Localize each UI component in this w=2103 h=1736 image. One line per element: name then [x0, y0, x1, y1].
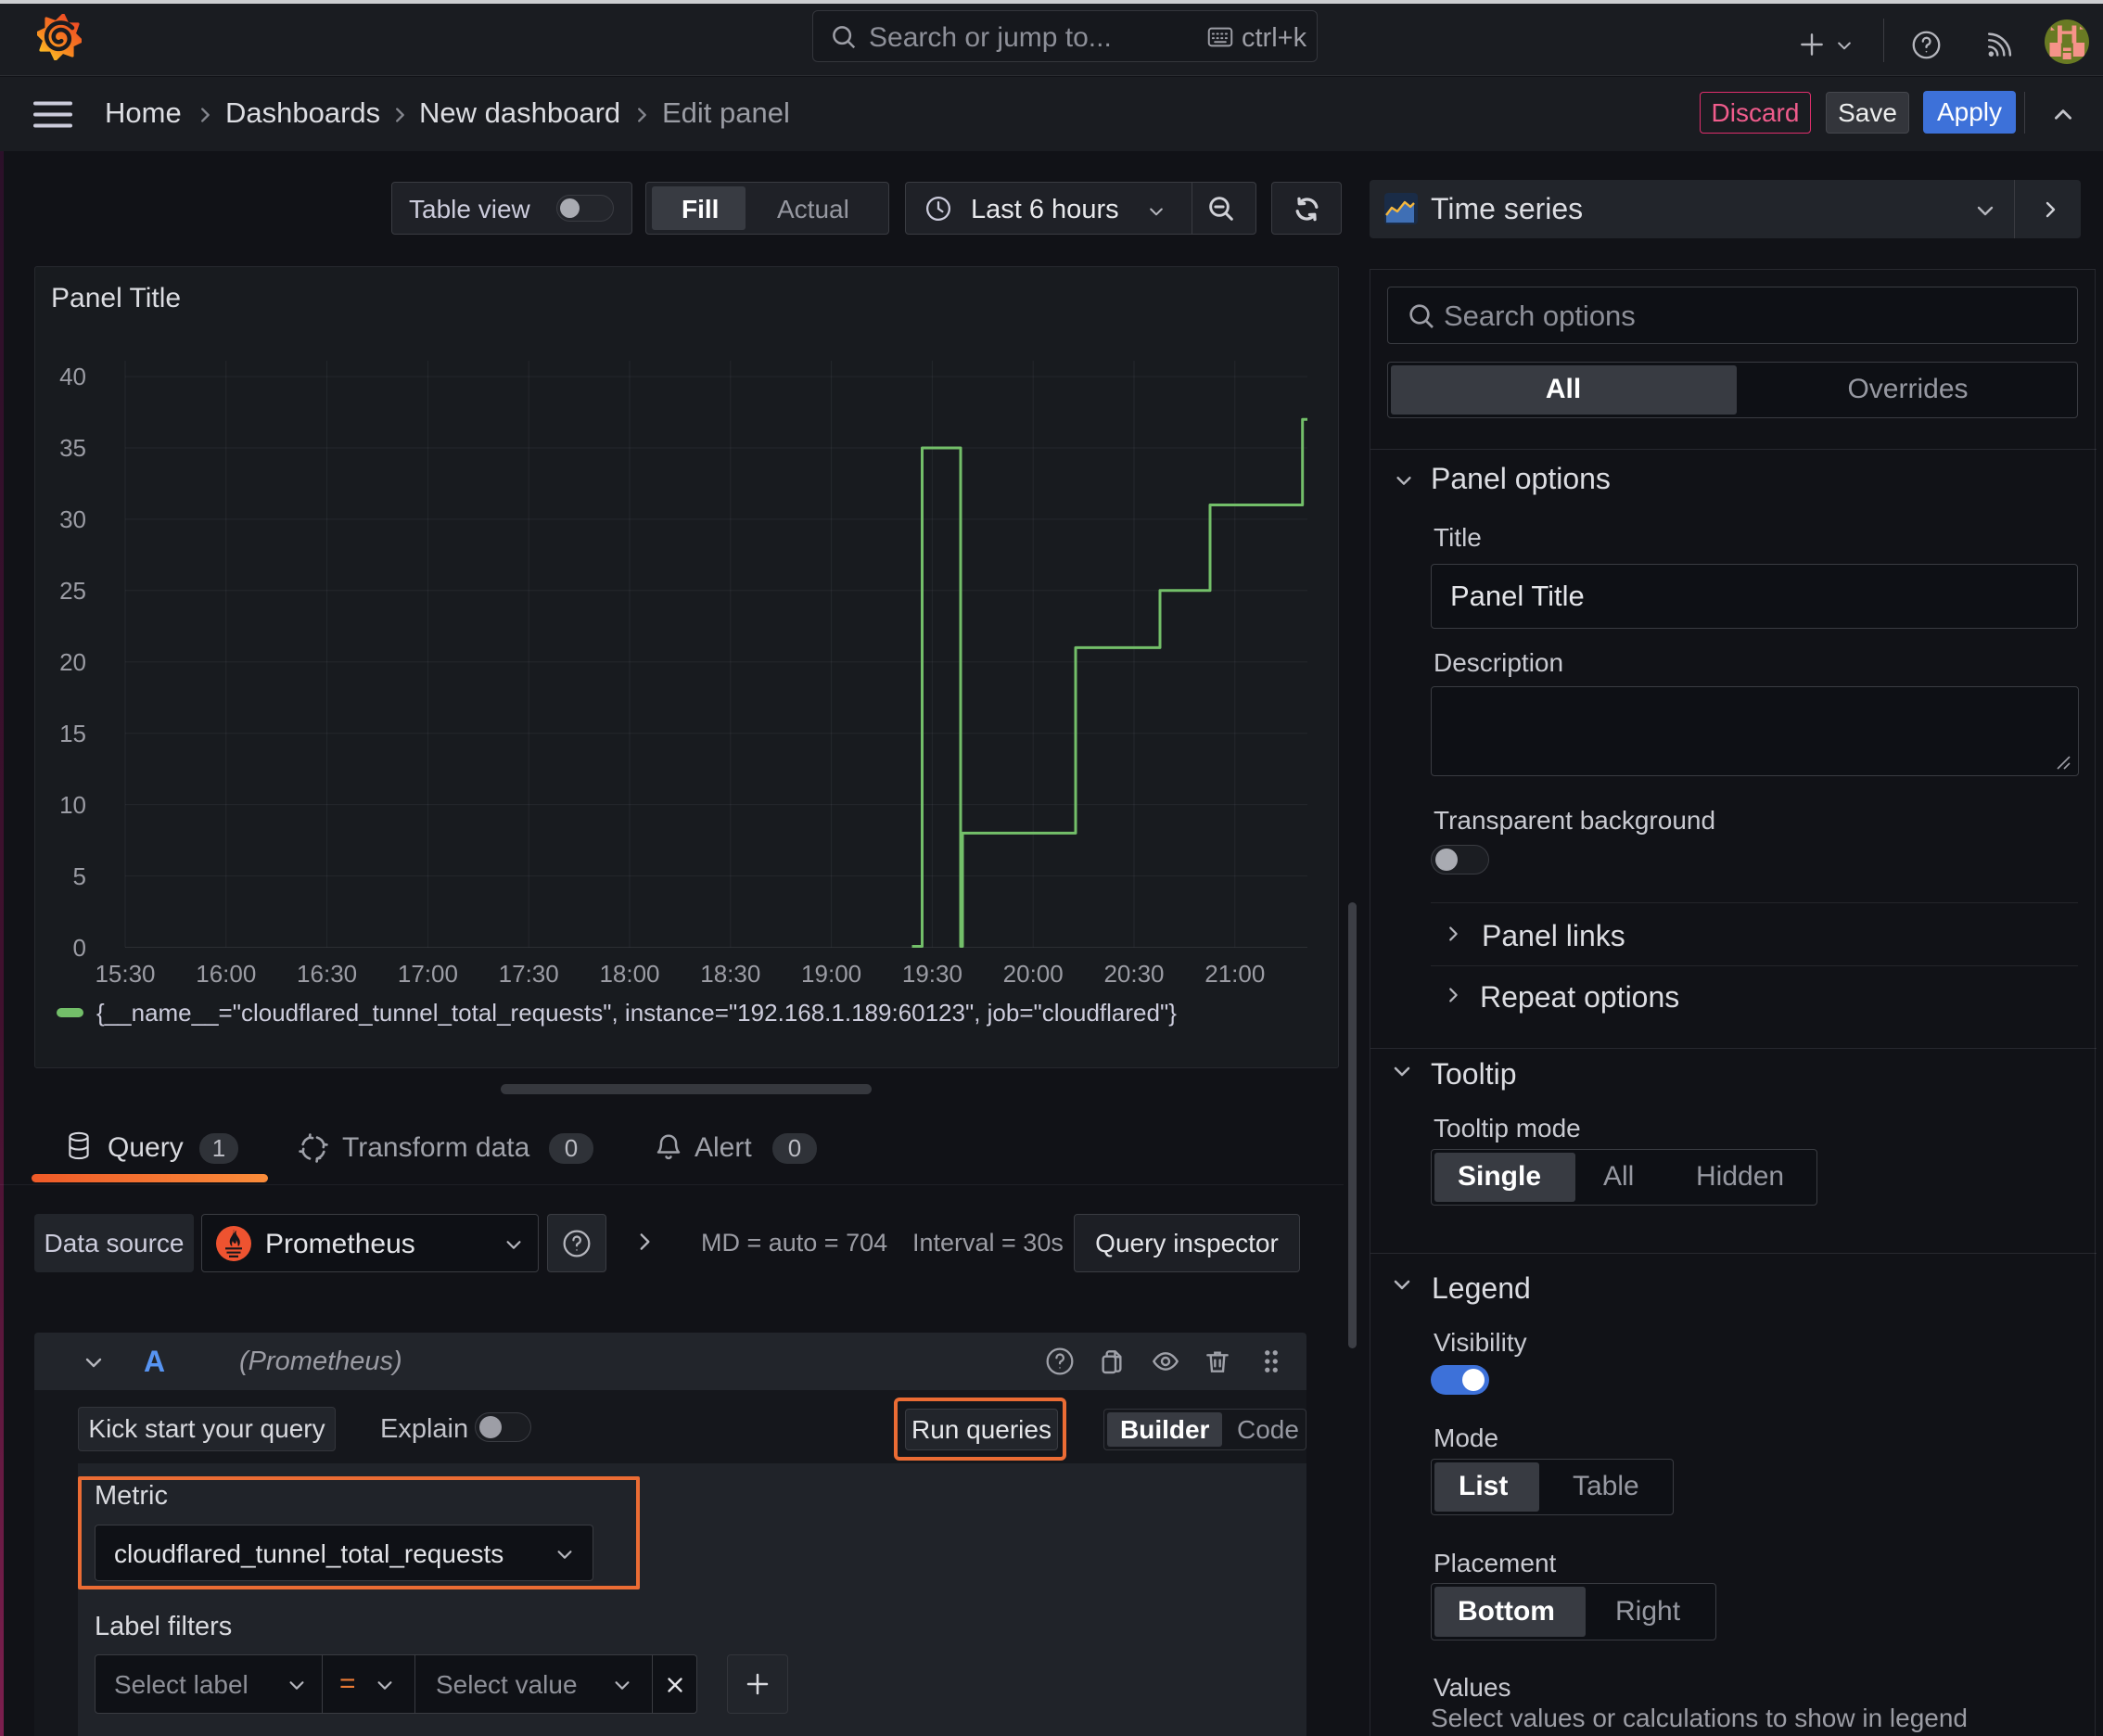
svg-text:10: 10 [59, 791, 86, 819]
svg-text:15: 15 [59, 720, 86, 747]
svg-text:21:00: 21:00 [1204, 960, 1265, 988]
svg-text:15:30: 15:30 [95, 960, 155, 988]
svg-text:20: 20 [59, 648, 86, 676]
svg-text:30: 30 [59, 505, 86, 533]
svg-text:19:30: 19:30 [902, 960, 962, 988]
svg-text:17:00: 17:00 [398, 960, 458, 988]
svg-text:19:00: 19:00 [801, 960, 861, 988]
svg-text:25: 25 [59, 577, 86, 605]
svg-text:20:30: 20:30 [1103, 960, 1164, 988]
svg-text:5: 5 [73, 862, 86, 890]
svg-text:0: 0 [73, 934, 86, 962]
svg-text:35: 35 [59, 434, 86, 462]
svg-text:16:00: 16:00 [196, 960, 256, 988]
svg-text:20:00: 20:00 [1003, 960, 1064, 988]
svg-text:17:30: 17:30 [499, 960, 559, 988]
svg-text:{__name__="cloudflared_tunnel_: {__name__="cloudflared_tunnel_total_requ… [96, 999, 1177, 1027]
svg-text:18:30: 18:30 [700, 960, 760, 988]
svg-text:40: 40 [59, 363, 86, 390]
svg-text:18:00: 18:00 [599, 960, 659, 988]
svg-text:16:30: 16:30 [297, 960, 357, 988]
